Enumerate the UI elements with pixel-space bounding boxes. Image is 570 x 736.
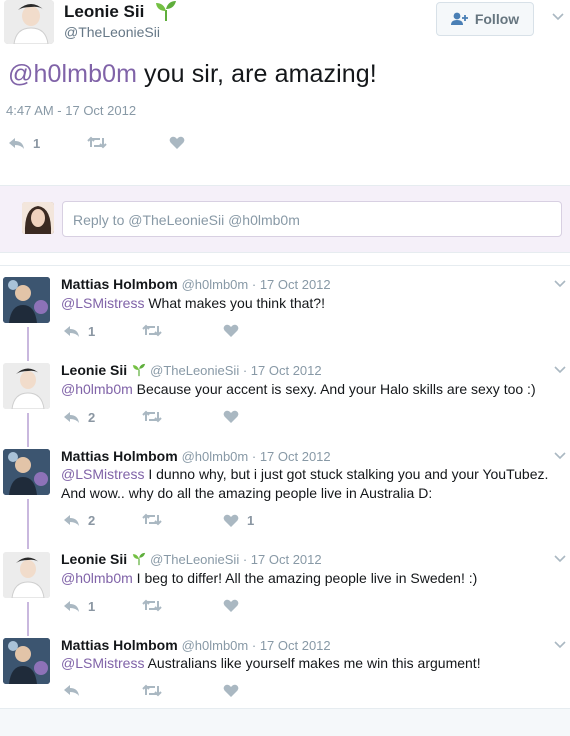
- reply-action[interactable]: 1: [63, 324, 95, 339]
- author-avatar[interactable]: [4, 0, 54, 44]
- retweet-action[interactable]: [142, 410, 162, 423]
- tweet-header: Leonie Sii @TheLeonieSii · 17 Oct 2012: [61, 551, 322, 567]
- reply-icon: [64, 601, 79, 612]
- like-action[interactable]: [223, 684, 247, 698]
- tweet-date[interactable]: 17 Oct 2012: [260, 449, 331, 464]
- chevron-down-icon[interactable]: [553, 449, 567, 464]
- tweet-text: @LSMistress I dunno why, but i just got …: [61, 466, 549, 501]
- chevron-down-icon[interactable]: [553, 363, 567, 378]
- tweet-date[interactable]: 17 Oct 2012: [260, 638, 331, 653]
- heart-icon: [223, 410, 239, 423]
- mattias-avatar[interactable]: [3, 277, 50, 323]
- chevron-down-icon[interactable]: [553, 552, 567, 567]
- tweet-date[interactable]: 17 Oct 2012: [260, 277, 331, 292]
- tweet-text: @h0lmb0m I beg to differ! All the amazin…: [61, 570, 478, 586]
- mention-link[interactable]: @h0lmb0m: [61, 570, 133, 586]
- tweet-header: Leonie Sii @TheLeonieSii · 17 Oct 2012: [61, 362, 322, 378]
- sprout-icon: [132, 552, 146, 566]
- tweet-text: @LSMistress What makes you think that?!: [61, 295, 325, 311]
- tweet-header: Mattias Holmbom @h0lmb0m · 17 Oct 2012: [61, 448, 331, 464]
- retweet-action[interactable]: [142, 684, 162, 697]
- reply-action[interactable]: 2: [63, 513, 95, 528]
- current-user-avatar: [22, 202, 54, 234]
- tweet-text: @h0lmb0m you sir, are amazing!: [8, 60, 377, 88]
- mattias-avatar[interactable]: [3, 449, 50, 495]
- tweet-actions: 2: [0, 410, 570, 426]
- author-name[interactable]: Mattias Holmbom: [61, 276, 178, 292]
- author-name[interactable]: Mattias Holmbom: [61, 448, 178, 464]
- author-handle[interactable]: @h0lmb0m: [182, 449, 249, 464]
- retweet-icon: [142, 324, 162, 337]
- reply-action[interactable]: [63, 684, 88, 697]
- chevron-down-icon[interactable]: [553, 638, 567, 653]
- sprout-icon: [156, 1, 176, 21]
- reply-icon: [64, 515, 79, 526]
- chevron-down-icon[interactable]: [553, 277, 567, 292]
- author-name[interactable]: Leonie Sii: [61, 362, 127, 378]
- add-user-icon: [450, 12, 468, 25]
- retweet-icon: [142, 599, 162, 612]
- retweet-icon: [142, 684, 162, 697]
- chevron-down-icon[interactable]: [551, 10, 565, 25]
- mention-link[interactable]: @h0lmb0m: [61, 381, 133, 397]
- author-name[interactable]: Leonie Sii: [64, 2, 144, 22]
- author-name[interactable]: Mattias Holmbom: [61, 637, 178, 653]
- reply-action[interactable]: 1: [63, 599, 95, 614]
- author-handle[interactable]: @h0lmb0m: [182, 277, 249, 292]
- tweet-actions: 2 1: [0, 513, 570, 529]
- mattias-avatar[interactable]: [3, 638, 50, 684]
- heart-icon: [223, 684, 239, 697]
- divider: [0, 265, 570, 266]
- reply-icon: [64, 412, 79, 423]
- retweet-action[interactable]: [142, 599, 162, 612]
- tweet-header: Mattias Holmbom @h0lmb0m · 17 Oct 2012: [61, 637, 331, 653]
- follow-button[interactable]: Follow: [436, 2, 534, 36]
- like-action[interactable]: 1: [223, 513, 254, 528]
- tweet-actions: 1: [0, 136, 570, 152]
- reply-icon: [64, 685, 79, 696]
- reply-action[interactable]: 2: [63, 410, 95, 425]
- heart-icon: [223, 324, 239, 337]
- like-action[interactable]: [223, 410, 247, 424]
- retweet-icon: [142, 513, 162, 526]
- mention-link[interactable]: @LSMistress: [61, 466, 144, 482]
- tweet-actions: 1: [0, 324, 570, 340]
- sprout-icon: [132, 363, 146, 377]
- tweet-timestamp[interactable]: 4:47 AM - 17 Oct 2012: [6, 103, 136, 118]
- tweet-text: @LSMistress Australians like yourself ma…: [61, 655, 481, 671]
- tweet-actions: [0, 684, 570, 700]
- mention-link[interactable]: @h0lmb0m: [8, 60, 137, 88]
- leonie-avatar[interactable]: [3, 363, 50, 409]
- retweet-action[interactable]: [87, 136, 115, 149]
- author-handle[interactable]: @TheLeonieSii: [150, 552, 239, 567]
- tweet-header: Mattias Holmbom @h0lmb0m · 17 Oct 2012: [61, 276, 331, 292]
- heart-icon: [223, 514, 239, 527]
- author-name[interactable]: Leonie Sii: [61, 551, 127, 567]
- author-handle[interactable]: @TheLeonieSii: [64, 24, 160, 40]
- tweet-date[interactable]: 17 Oct 2012: [251, 363, 322, 378]
- retweet-icon: [142, 410, 162, 423]
- mention-link[interactable]: @LSMistress: [61, 295, 144, 311]
- tweet-actions: 1: [0, 599, 570, 615]
- author-handle[interactable]: @h0lmb0m: [182, 638, 249, 653]
- like-action[interactable]: [223, 324, 247, 338]
- heart-icon: [223, 599, 239, 612]
- tweet-date[interactable]: 17 Oct 2012: [251, 552, 322, 567]
- like-action[interactable]: [223, 599, 247, 613]
- tweet-text: @h0lmb0m Because your accent is sexy. An…: [61, 381, 536, 397]
- like-action[interactable]: [169, 136, 193, 150]
- author-handle[interactable]: @TheLeonieSii: [150, 363, 239, 378]
- leonie-avatar[interactable]: [3, 552, 50, 598]
- retweet-action[interactable]: [142, 324, 162, 337]
- reply-action[interactable]: 1: [8, 136, 40, 151]
- reply-icon: [9, 138, 24, 149]
- heart-icon: [169, 136, 185, 149]
- mention-link[interactable]: @LSMistress: [61, 655, 144, 671]
- retweet-icon: [87, 136, 107, 149]
- reply-input[interactable]: Reply to @TheLeonieSii @h0lmb0m: [62, 201, 562, 237]
- retweet-action[interactable]: [142, 513, 162, 526]
- follow-label: Follow: [474, 11, 520, 27]
- footer-band: [0, 708, 570, 736]
- reply-icon: [64, 326, 79, 337]
